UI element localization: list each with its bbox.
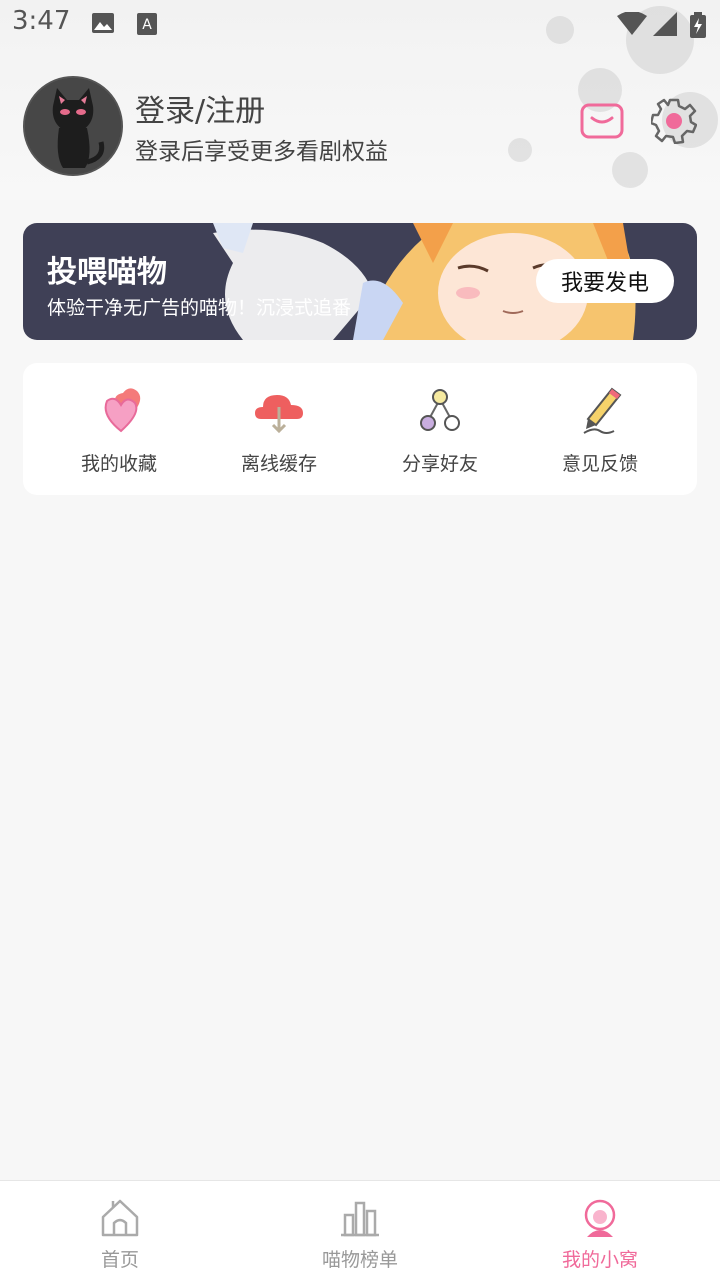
cloud-download-icon xyxy=(255,395,303,434)
nav-home[interactable]: 首页 xyxy=(0,1181,240,1281)
user-avatar[interactable] xyxy=(23,76,123,176)
wifi-icon xyxy=(617,12,647,35)
a-notification-icon: A xyxy=(137,13,157,35)
share-icon xyxy=(420,389,460,431)
nav-my-den-label: 我的小窝 xyxy=(561,1249,638,1271)
chart-icon xyxy=(341,1201,379,1237)
banner-subtitle: 体验干净无广告的喵物！沉浸式追番 xyxy=(47,297,352,319)
share-friends-button[interactable]: 分享好友 xyxy=(360,363,520,495)
status-time: 3:47 xyxy=(12,6,71,36)
message-icon[interactable] xyxy=(579,98,625,144)
nav-rankings-label: 喵物榜单 xyxy=(321,1249,398,1271)
login-benefits-text: 登录后享受更多看剧权益 xyxy=(135,139,388,165)
banner-title: 投喂喵物 xyxy=(47,255,167,290)
signal-icon xyxy=(653,12,677,36)
login-register-link[interactable]: 登录/注册 xyxy=(135,86,265,130)
pencil-icon xyxy=(583,387,622,434)
quick-actions-card: 我的收藏 离线缓存 分享好友 意见反馈 xyxy=(23,363,697,495)
image-notification-icon xyxy=(92,13,114,33)
home-icon xyxy=(101,1199,139,1237)
svg-text:A: A xyxy=(142,17,152,33)
hearts-icon xyxy=(104,388,141,433)
share-friends-label: 分享好友 xyxy=(401,453,478,475)
donate-button[interactable]: 我要发电 xyxy=(536,259,674,303)
feed-banner[interactable]: 投喂喵物 体验干净无广告的喵物！沉浸式追番 我要发电 xyxy=(23,223,697,340)
status-bar: 3:47 A xyxy=(0,0,720,48)
nav-my-den[interactable]: 我的小窝 xyxy=(480,1181,720,1281)
nav-home-label: 首页 xyxy=(100,1249,139,1271)
offline-cache-button[interactable]: 离线缓存 xyxy=(199,363,359,495)
battery-icon xyxy=(690,12,706,38)
offline-cache-label: 离线缓存 xyxy=(240,453,317,475)
black-cat-avatar-icon xyxy=(25,78,121,174)
favorites-label: 我的收藏 xyxy=(80,453,157,475)
favorites-button[interactable]: 我的收藏 xyxy=(39,363,199,495)
bottom-navigation: 首页 喵物榜单 我的小窝 xyxy=(0,1180,720,1281)
nav-rankings[interactable]: 喵物榜单 xyxy=(240,1181,480,1281)
profile-icon xyxy=(584,1199,616,1237)
feedback-label: 意见反馈 xyxy=(561,453,638,475)
feedback-button[interactable]: 意见反馈 xyxy=(520,363,680,495)
settings-gear-icon[interactable] xyxy=(651,98,697,144)
